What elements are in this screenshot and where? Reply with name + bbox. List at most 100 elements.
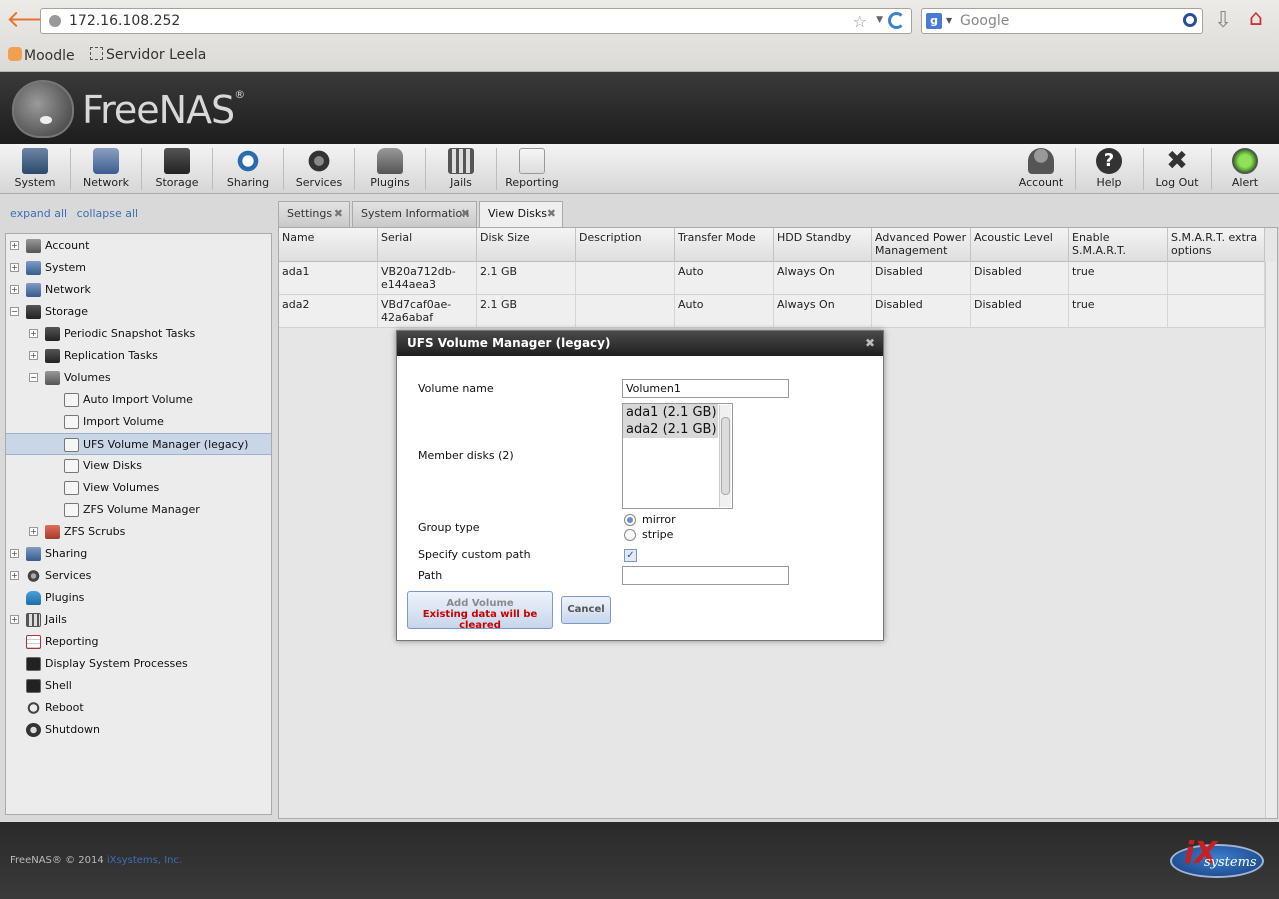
tree-item-shutdown[interactable]: Shutdown [6, 719, 271, 741]
column-header[interactable]: S.M.A.R.T. extra options [1168, 228, 1265, 262]
add-volume-button[interactable]: Add Volume Existing data will be cleared [407, 591, 553, 631]
expand-plus-icon[interactable]: + [10, 285, 19, 294]
tree-item-system[interactable]: + System [6, 257, 271, 279]
bookmark-star-icon[interactable]: ☆ [853, 12, 867, 31]
radio-stripe-label[interactable]: stripe [642, 528, 673, 541]
tree-item-view-disks[interactable]: View Disks [6, 455, 271, 477]
toolbar-system[interactable]: System [0, 148, 70, 189]
url-text[interactable]: 172.16.108.252 [69, 13, 180, 29]
tree-item-processes[interactable]: Display System Processes [6, 653, 271, 675]
collapse-minus-icon[interactable]: − [10, 307, 19, 316]
column-header[interactable]: Name [279, 228, 378, 262]
column-header[interactable]: Disk Size [477, 228, 576, 262]
tree-item-reboot[interactable]: Reboot [6, 697, 271, 719]
tree-item-services[interactable]: + Services [6, 565, 271, 587]
toolbar-storage[interactable]: Storage [142, 148, 212, 189]
volume-name-input[interactable] [622, 379, 789, 398]
column-header[interactable]: Enable S.M.A.R.T. [1069, 228, 1168, 262]
tab-system-information[interactable]: System Information ✖ [352, 201, 477, 227]
tree-item-auto-import[interactable]: Auto Import Volume [6, 389, 271, 411]
toolbar-sharing[interactable]: Sharing [213, 148, 283, 189]
home-icon[interactable]: ⌂ [1249, 6, 1263, 31]
radio-mirror-label[interactable]: mirror [642, 513, 676, 526]
column-header[interactable]: Advanced Power Management [872, 228, 971, 262]
tab-settings[interactable]: Settings ✖ [278, 201, 350, 227]
collapse-all-link[interactable]: collapse all [77, 207, 138, 220]
download-icon[interactable]: ⇩ [1214, 8, 1232, 33]
column-header[interactable]: Description [576, 228, 675, 262]
toolbar-services[interactable]: Services [284, 148, 354, 189]
url-dropdown-icon[interactable]: ▼ [876, 15, 883, 25]
tree-item-view-volumes[interactable]: View Volumes [6, 477, 271, 499]
tree-item-reporting[interactable]: Reporting [6, 631, 271, 653]
toolbar-logout[interactable]: ✖ Log Out [1142, 148, 1212, 189]
expand-plus-icon[interactable]: + [10, 549, 19, 558]
disk-option[interactable]: ada1 (2.1 GB) [623, 404, 718, 421]
member-disks-listbox[interactable]: ada1 (2.1 GB) ada2 (2.1 GB) [622, 403, 733, 509]
ixsystems-logo[interactable]: iX systems [1170, 836, 1266, 884]
tree-item-sharing[interactable]: + Sharing [6, 543, 271, 565]
column-header[interactable]: Transfer Mode [675, 228, 774, 262]
tree-item-zfs-scrubs[interactable]: + ZFS Scrubs [6, 521, 271, 543]
tree-item-shell[interactable]: Shell [6, 675, 271, 697]
toolbar-alert[interactable]: Alert [1210, 148, 1279, 189]
tree-item-import-volume[interactable]: Import Volume [6, 411, 271, 433]
radio-mirror[interactable] [624, 514, 636, 526]
tree-item-periodic-snapshot[interactable]: + Periodic Snapshot Tasks [6, 323, 271, 345]
expand-plus-icon[interactable]: + [10, 615, 19, 624]
expand-plus-icon[interactable]: + [10, 263, 19, 272]
cancel-button[interactable]: Cancel [561, 596, 611, 624]
table-cell: Disabled [971, 262, 1069, 295]
tree-item-jails[interactable]: + Jails [6, 609, 271, 631]
table-row[interactable]: ada1 VB20a712db-e144aea3 2.1 GB Auto Alw… [279, 262, 1265, 295]
close-icon[interactable]: ✖ [461, 202, 470, 226]
radio-stripe[interactable] [624, 529, 636, 541]
listbox-scrollbar[interactable] [719, 405, 731, 507]
expand-plus-icon[interactable]: + [10, 241, 19, 250]
tree-item-network[interactable]: + Network [6, 279, 271, 301]
reload-icon[interactable] [888, 12, 905, 29]
toolbar-jails[interactable]: Jails [426, 148, 496, 189]
expand-all-link[interactable]: expand all [10, 207, 67, 220]
grid-scrollbar[interactable] [1265, 262, 1277, 818]
bookmark-servidor-leela[interactable]: Servidor Leela [90, 47, 206, 63]
close-icon[interactable]: ✖ [865, 331, 875, 356]
engine-dropdown-icon[interactable]: ▼ [946, 16, 952, 25]
disk-option[interactable]: ada2 (2.1 GB) [623, 421, 718, 438]
collapse-minus-icon[interactable]: − [29, 373, 38, 382]
tree-item-zfs-volume-manager[interactable]: ZFS Volume Manager [6, 499, 271, 521]
dialog-title-bar[interactable]: UFS Volume Manager (legacy) ✖ [397, 331, 883, 356]
toolbar-plugins[interactable]: Plugins [355, 148, 425, 189]
tree-item-account[interactable]: + Account [6, 235, 271, 257]
custom-path-checkbox[interactable]: ✓ [624, 549, 637, 562]
path-input[interactable] [622, 566, 789, 585]
expand-plus-icon[interactable]: + [29, 329, 38, 338]
bookmark-moodle[interactable]: Moodle [8, 47, 75, 64]
tab-view-disks[interactable]: View Disks ✖ [479, 201, 563, 228]
toolbar-help[interactable]: ? Help [1074, 148, 1144, 189]
column-header[interactable]: Serial [378, 228, 477, 262]
tree-item-volumes[interactable]: − Volumes [6, 367, 271, 389]
column-header[interactable]: Acoustic Level [971, 228, 1069, 262]
search-bar[interactable]: g ▼ Google [921, 8, 1203, 34]
tree-item-replication[interactable]: + Replication Tasks [6, 345, 271, 367]
search-input[interactable]: Google [960, 13, 1009, 29]
search-icon[interactable] [1183, 13, 1197, 27]
expand-plus-icon[interactable]: + [10, 571, 19, 580]
url-bar[interactable]: 172.16.108.252 ☆ ▼ [40, 8, 912, 34]
expand-plus-icon[interactable]: + [29, 351, 38, 360]
tree-item-ufs-volume-manager[interactable]: UFS Volume Manager (legacy) [6, 433, 271, 455]
tree-item-plugins[interactable]: Plugins [6, 587, 271, 609]
toolbar-reporting[interactable]: Reporting [497, 148, 567, 189]
expand-plus-icon[interactable]: + [29, 527, 38, 536]
google-engine-icon[interactable]: g [926, 13, 942, 29]
tree-item-storage[interactable]: − Storage [6, 301, 271, 323]
close-icon[interactable]: ✖ [334, 202, 343, 226]
back-arrow-icon[interactable]: 🡐 [6, 7, 70, 32]
column-header[interactable]: HDD Standby [774, 228, 872, 262]
close-icon[interactable]: ✖ [547, 202, 556, 226]
ixsystems-link[interactable]: iXsystems, Inc. [107, 855, 182, 866]
toolbar-account[interactable]: Account [1006, 148, 1076, 189]
toolbar-network[interactable]: Network [71, 148, 141, 189]
table-row[interactable]: ada2 VBd7caf0ae-42a6abaf 2.1 GB Auto Alw… [279, 295, 1265, 328]
